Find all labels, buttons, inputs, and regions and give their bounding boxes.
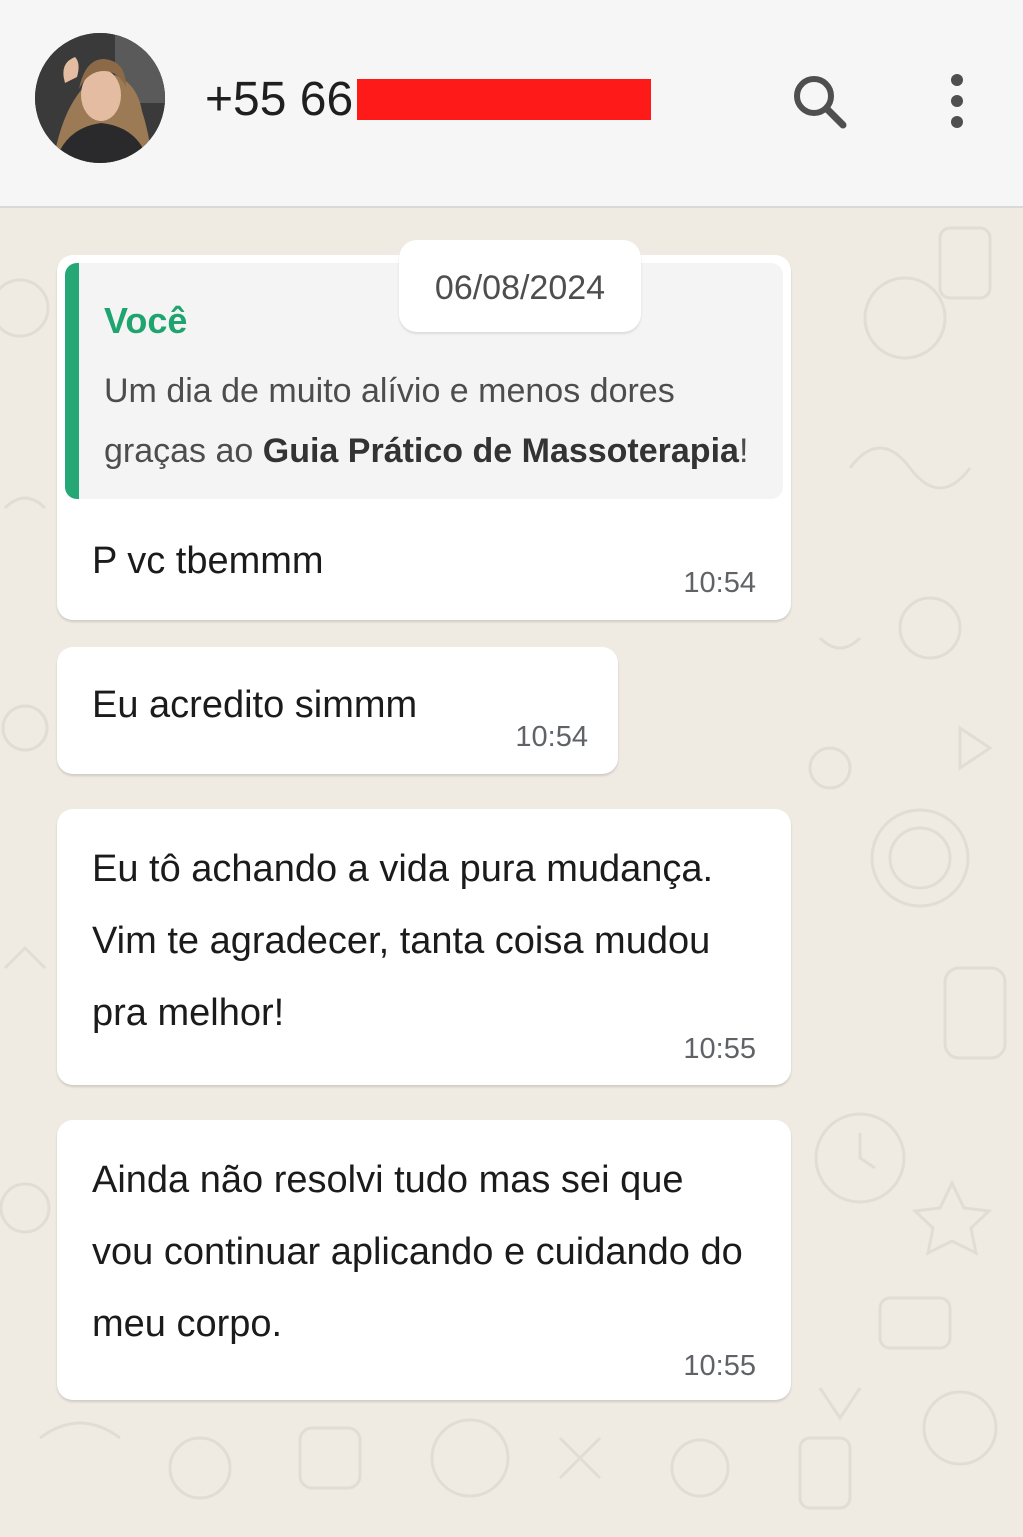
message-bubble[interactable]: Eu acredito simmm 10:54 — [57, 647, 618, 774]
message-time: 10:55 — [683, 1033, 756, 1065]
message-time: 10:54 — [683, 567, 756, 599]
message-time: 10:54 — [515, 721, 588, 753]
contact-avatar[interactable] — [35, 33, 165, 163]
message-text: Eu acredito simmm — [92, 684, 418, 726]
avatar-photo — [35, 33, 165, 163]
search-icon[interactable] — [790, 72, 848, 130]
quote-author: Você — [104, 300, 188, 341]
quote-text: Um dia de muito alívio e menos dores gra… — [104, 361, 783, 481]
quote-text-end: ! — [738, 432, 749, 470]
message-text: Eu tô achando a vida pura mudança. Vim t… — [92, 848, 714, 1034]
contact-name[interactable]: +55 66 — [205, 72, 353, 128]
quote-accent-bar — [65, 263, 79, 499]
chat-header: +55 66 — [0, 0, 1023, 208]
message-bubble[interactable]: Ainda não resolvi tudo mas sei que vou c… — [57, 1120, 791, 1400]
message-text: P vc tbemmm — [92, 540, 324, 582]
redaction-block — [357, 79, 651, 120]
message-time: 10:55 — [683, 1350, 756, 1382]
message-bubble[interactable]: Eu tô achando a vida pura mudança. Vim t… — [57, 809, 791, 1085]
date-chip: 06/08/2024 — [399, 240, 641, 332]
message-text: Ainda não resolvi tudo mas sei que vou c… — [92, 1159, 743, 1345]
quote-text-bold: Guia Prático de Massoterapia — [262, 432, 739, 470]
more-vertical-icon[interactable] — [940, 72, 974, 130]
